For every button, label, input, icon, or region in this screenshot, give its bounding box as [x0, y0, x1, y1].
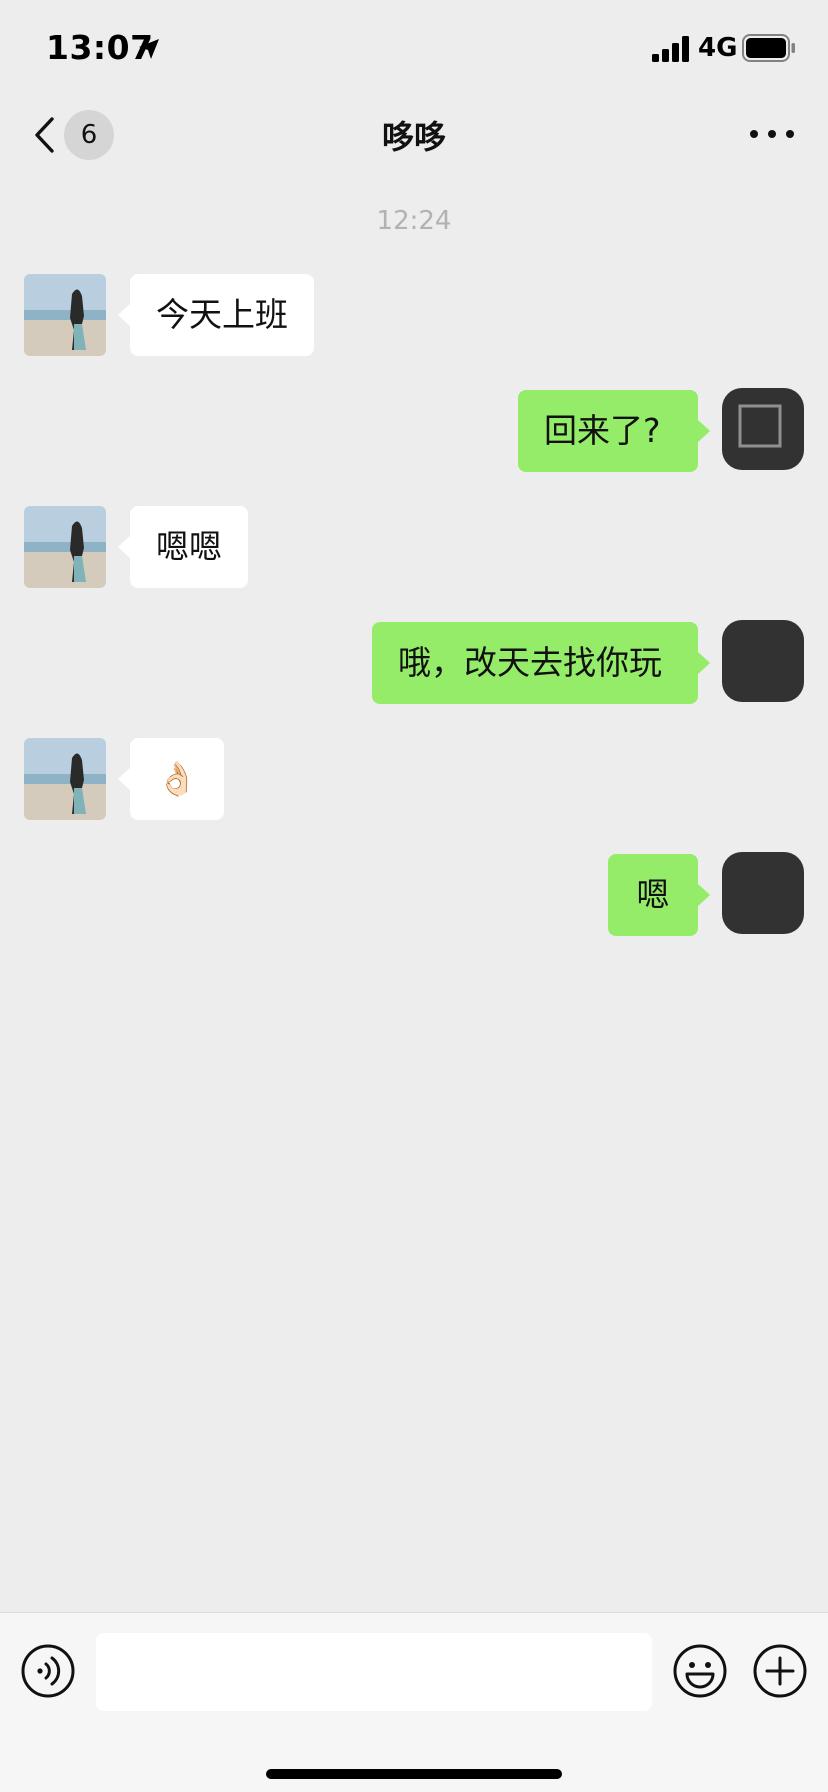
message-input[interactable]: [96, 1633, 652, 1711]
sent-message-bubble[interactable]: 嗯: [608, 854, 710, 936]
battery-icon: [742, 34, 796, 62]
more-options-button[interactable]: [744, 114, 800, 154]
nav-bar: 6 哆哆: [0, 90, 828, 176]
message-text: 嗯: [636, 875, 670, 914]
message-text: 回来了?: [544, 411, 661, 450]
plus-icon: [752, 1644, 808, 1703]
sent-message-bubble[interactable]: 哦，改天去找你玩: [372, 622, 710, 704]
received-message-bubble[interactable]: 今天上班: [118, 274, 314, 356]
my-avatar[interactable]: [718, 846, 808, 942]
contact-avatar[interactable]: [24, 738, 106, 820]
chat-message-list[interactable]: 12:24 今天上班 回来了? 嗯嗯 哦，改天去找你玩 👌🏻 嗯: [0, 176, 828, 1612]
contact-avatar[interactable]: [24, 506, 106, 588]
received-message-bubble[interactable]: 👌🏻: [118, 738, 224, 820]
contact-avatar[interactable]: [24, 274, 106, 356]
message-text: 今天上班: [156, 295, 288, 334]
sent-message-bubble[interactable]: 回来了?: [518, 390, 710, 472]
status-bar: 13:07 4G: [0, 0, 828, 90]
received-message-bubble[interactable]: 嗯嗯: [118, 506, 248, 588]
input-bar: [0, 1612, 828, 1792]
my-avatar[interactable]: [718, 614, 808, 710]
more-dots-icon: [744, 130, 800, 158]
chat-title: 哆哆: [381, 118, 446, 156]
network-label: 4G: [698, 33, 738, 63]
voice-input-button[interactable]: [20, 1643, 76, 1699]
emoji-button[interactable]: [672, 1643, 728, 1699]
message-text: 嗯嗯: [156, 527, 222, 566]
location-arrow-icon: [137, 37, 161, 61]
message-text: 哦，改天去找你玩: [398, 643, 662, 682]
voice-icon: [20, 1644, 76, 1703]
ok-hand-emoji: 👌🏻: [156, 759, 198, 798]
home-indicator[interactable]: [266, 1769, 562, 1779]
signal-bars-icon: [652, 36, 692, 62]
message-timestamp: 12:24: [376, 206, 452, 236]
my-avatar[interactable]: [718, 382, 808, 478]
chat-screen: 13:07 4G 6 哆哆 12:24 今天上班 回来了? 嗯嗯 哦，改天去找你…: [0, 0, 828, 1792]
more-functions-button[interactable]: [752, 1643, 808, 1699]
emoji-icon: [672, 1644, 728, 1703]
